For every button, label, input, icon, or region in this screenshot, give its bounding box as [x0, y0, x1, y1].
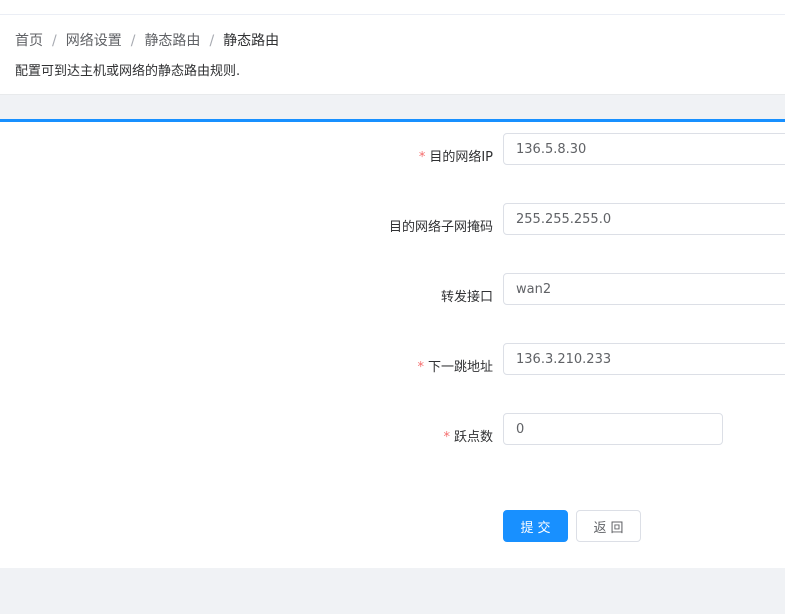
breadcrumb-separator: / [52, 33, 57, 49]
form-actions: 提交 返回 [0, 510, 785, 542]
form-row-next-hop: * 下一跳地址 [0, 343, 785, 375]
hops-label: * 跃点数 [443, 430, 493, 445]
breadcrumb-separator: / [209, 33, 215, 49]
form-row-dest-mask: 目的网络子网掩码 [0, 203, 785, 235]
top-bar [0, 0, 785, 15]
submit-button[interactable]: 提交 [503, 510, 568, 542]
interface-input[interactable] [503, 273, 785, 305]
dest-mask-label: 目的网络子网掩码 [388, 220, 493, 235]
dest-ip-input[interactable] [503, 133, 785, 165]
next-hop-input[interactable] [503, 343, 785, 375]
dest-mask-input[interactable] [503, 203, 785, 235]
breadcrumb-item-current: 静态路由 [223, 33, 280, 49]
required-mark: * [443, 430, 450, 445]
page-header: 首页 / 网络设置 / 静态路由 / 静态路由 配置可到达主机或网络的静态路由规则. [0, 15, 785, 95]
required-mark: * [418, 150, 426, 165]
breadcrumb-item-static-route[interactable]: 静态路由 [144, 33, 200, 49]
dest-ip-label: * 目的网络IP [418, 150, 493, 165]
interface-label: 转发接口 [440, 290, 493, 305]
breadcrumb: 首页 / 网络设置 / 静态路由 / 静态路由 [15, 32, 279, 50]
next-hop-label: * 下一跳地址 [417, 360, 493, 375]
breadcrumb-separator: / [130, 33, 136, 49]
breadcrumb-item-network-settings[interactable]: 网络设置 [66, 33, 122, 49]
breadcrumb-item-home[interactable]: 首页 [15, 33, 43, 49]
page-description: 配置可到达主机或网络的静态路由规则. [15, 64, 241, 79]
form-row-interface: 转发接口 [0, 273, 785, 305]
form-row-dest-ip: * 目的网络IP [0, 133, 785, 165]
back-button[interactable]: 返回 [576, 510, 641, 542]
form-row-hops: * 跃点数 [0, 413, 785, 445]
static-route-form-card: *目的网络IP 目的网络子网掩码 转发接口 *下一跳地址 *跃点数 提交 返回 [0, 119, 785, 568]
required-mark: * [417, 360, 424, 375]
hops-input[interactable] [503, 413, 723, 445]
